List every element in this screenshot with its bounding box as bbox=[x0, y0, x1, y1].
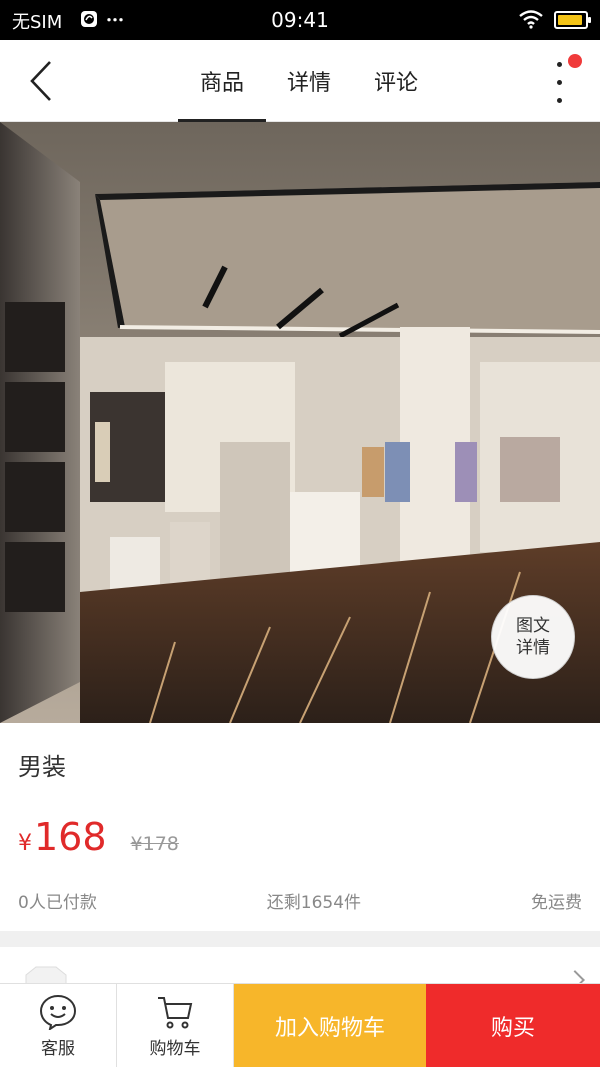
detail-button-line2: 详情 bbox=[516, 638, 550, 658]
status-bar: 无SIM 09:41 bbox=[0, 0, 600, 40]
tab-bar: 商品 详情 评论 bbox=[178, 40, 440, 122]
cart-button[interactable]: 购物车 bbox=[117, 984, 234, 1067]
product-info: 男装 ¥ 168 ¥178 0人已付款 还剩1654件 免运费 bbox=[0, 723, 600, 931]
tab-details[interactable]: 详情 bbox=[266, 40, 352, 122]
sales-meta: 0人已付款 还剩1654件 免运费 bbox=[18, 888, 582, 913]
shopping-cart-icon bbox=[158, 997, 193, 1029]
back-icon[interactable] bbox=[20, 58, 66, 104]
product-image[interactable]: 图文 详情 bbox=[0, 122, 600, 723]
customer-service-button[interactable]: 客服 bbox=[0, 984, 117, 1067]
customer-service-label: 客服 bbox=[41, 1039, 75, 1059]
list-item[interactable] bbox=[0, 947, 600, 987]
paid-count: 0人已付款 bbox=[18, 893, 97, 913]
add-to-cart-button[interactable]: 加入购物车 bbox=[234, 984, 426, 1067]
image-text-detail-button[interactable]: 图文 详情 bbox=[491, 595, 575, 679]
bottom-action-bar: 客服 购物车 加入购物车 购买 bbox=[0, 983, 600, 1067]
tab-reviews[interactable]: 评论 bbox=[352, 40, 440, 122]
buy-button[interactable]: 购买 bbox=[426, 984, 600, 1067]
battery-icon bbox=[554, 11, 591, 29]
more-vertical-icon[interactable] bbox=[546, 54, 582, 106]
currency-symbol: ¥ bbox=[18, 831, 32, 856]
notification-badge bbox=[568, 54, 582, 68]
tab-goods[interactable]: 商品 bbox=[178, 40, 266, 122]
smiley-chat-icon bbox=[39, 994, 77, 1030]
section-divider bbox=[0, 931, 600, 947]
detail-button-line1: 图文 bbox=[516, 616, 550, 636]
stock-remaining: 还剩1654件 bbox=[266, 893, 362, 913]
price-row: ¥ 168 ¥178 bbox=[18, 815, 179, 859]
cart-label: 购物车 bbox=[149, 1039, 201, 1059]
clock: 09:41 bbox=[271, 8, 329, 32]
wifi-icon bbox=[519, 10, 543, 29]
top-nav: 商品 详情 评论 bbox=[0, 40, 600, 122]
product-title: 男装 bbox=[18, 753, 66, 781]
current-price: 168 bbox=[34, 815, 107, 859]
original-price: ¥178 bbox=[130, 833, 179, 855]
shipping-info: 免运费 bbox=[531, 893, 582, 913]
